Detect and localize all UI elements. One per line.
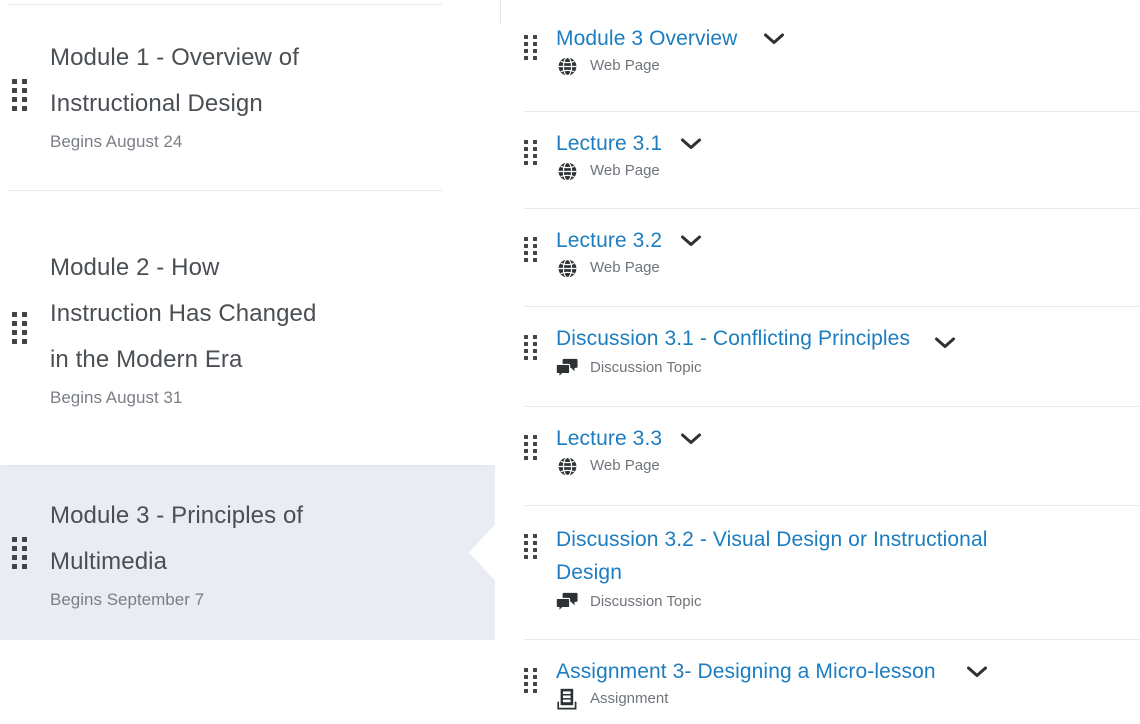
globe-icon	[556, 55, 578, 77]
chevron-down-icon[interactable]	[680, 137, 702, 151]
module-item-type: Web Page	[590, 259, 660, 276]
divider	[524, 306, 1140, 307]
sidebar-module-title: Module 2 - How Instruction Has Changed i…	[50, 253, 317, 373]
divider	[524, 208, 1140, 209]
chevron-down-icon[interactable]	[966, 665, 988, 679]
discussion-icon	[556, 591, 578, 613]
drag-handle-icon[interactable]	[524, 534, 542, 559]
globe-icon	[556, 160, 578, 182]
drag-handle-icon[interactable]	[12, 536, 34, 569]
drag-handle-icon[interactable]	[524, 140, 542, 165]
globe-icon	[556, 257, 578, 279]
module-item-assignment-3[interactable]: Assignment 3- Designing a Micro-lesson A…	[500, 639, 1140, 724]
module-item-type: Discussion Topic	[590, 593, 702, 610]
module-item-title[interactable]: Discussion 3.2 - Visual Design or Instru…	[556, 523, 1056, 589]
modules-sidebar: Module 1 - Overview of Instructional Des…	[0, 0, 500, 724]
module-item-type: Web Page	[590, 57, 660, 74]
drag-handle-icon[interactable]	[524, 435, 542, 460]
module-item-title[interactable]: Lecture 3.3	[556, 424, 662, 454]
chevron-down-icon[interactable]	[763, 32, 785, 46]
module-item-discussion-3-1[interactable]: Discussion 3.1 - Conflicting Principles	[500, 306, 1140, 406]
drag-handle-icon[interactable]	[524, 35, 542, 60]
globe-icon	[556, 455, 578, 477]
sidebar-module-subtitle: Begins August 24	[50, 132, 183, 151]
module-item-title[interactable]: Lecture 3.2	[556, 226, 662, 256]
sidebar-module-1[interactable]: Module 1 - Overview of Instructional Des…	[0, 0, 500, 190]
sidebar-module-body: Module 2 - How Instruction Has Changed i…	[50, 245, 358, 411]
drag-handle-icon[interactable]	[12, 311, 34, 344]
sidebar-module-3[interactable]: Module 3 - Principles of Multimedia Begi…	[0, 465, 495, 640]
module-item-title[interactable]: Discussion 3.1 - Conflicting Principles	[556, 324, 910, 354]
drag-handle-icon[interactable]	[524, 237, 542, 262]
drag-handle-icon[interactable]	[524, 335, 542, 360]
module-item-discussion-3-2[interactable]: Discussion 3.2 - Visual Design or Instru…	[500, 505, 1140, 639]
sidebar-module-body: Module 3 - Principles of Multimedia Begi…	[50, 493, 390, 613]
chevron-down-icon[interactable]	[680, 234, 702, 248]
module-item-type: Discussion Topic	[590, 359, 702, 376]
divider	[524, 111, 1140, 112]
sidebar-module-subtitle: Begins September 7	[50, 589, 205, 609]
module-item-title[interactable]: Assignment 3- Designing a Micro-lesson	[556, 657, 936, 687]
divider	[524, 406, 1140, 407]
assignment-icon	[556, 688, 578, 710]
module-item-module-3-overview[interactable]: Module 3 Overview Web Page	[500, 24, 1140, 111]
module-item-type: Web Page	[590, 457, 660, 474]
modules-page: Module 1 - Overview of Instructional Des…	[0, 0, 1140, 724]
module-item-type: Assignment	[590, 690, 669, 707]
module-item-title[interactable]: Lecture 3.1	[556, 129, 662, 159]
divider	[524, 505, 1140, 506]
module-item-lecture-3-3[interactable]: Lecture 3.3 Web Page	[500, 406, 1140, 505]
selected-pointer	[469, 524, 495, 581]
module-item-lecture-3-1[interactable]: Lecture 3.1 Web Page	[500, 111, 1140, 208]
module-items-panel: Module 3 Overview Web Page Lecture 3.1 W…	[500, 0, 1140, 724]
sidebar-module-title: Module 1 - Overview of Instructional Des…	[50, 44, 299, 117]
sidebar-module-subtitle: Begins August 31	[50, 387, 183, 407]
module-item-lecture-3-2[interactable]: Lecture 3.2 Web Page	[500, 208, 1140, 306]
divider	[524, 639, 1140, 640]
divider	[8, 190, 442, 191]
divider	[8, 4, 442, 5]
chevron-down-icon[interactable]	[680, 432, 702, 446]
drag-handle-icon[interactable]	[524, 668, 542, 693]
discussion-icon	[556, 357, 578, 379]
divider	[8, 465, 487, 466]
module-item-title[interactable]: Module 3 Overview	[556, 24, 737, 54]
sidebar-module-2[interactable]: Module 2 - How Instruction Has Changed i…	[0, 190, 500, 465]
chevron-down-icon[interactable]	[934, 336, 956, 350]
sidebar-module-title: Module 3 - Principles of Multimedia	[50, 501, 304, 575]
module-item-type: Web Page	[590, 162, 660, 179]
drag-handle-icon[interactable]	[12, 79, 34, 111]
sidebar-module-body: Module 1 - Overview of Instructional Des…	[50, 35, 390, 155]
